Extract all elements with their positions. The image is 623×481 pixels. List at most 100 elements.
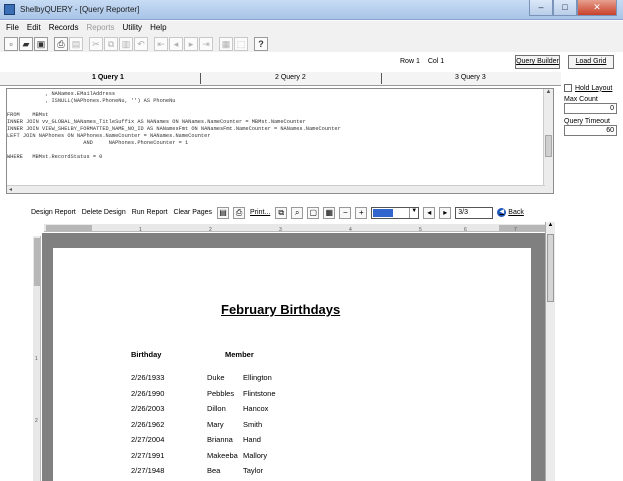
clear-pages-button[interactable]: Clear Pages	[173, 209, 214, 216]
zoom-dropdown[interactable]: ▼	[371, 206, 420, 219]
report-cell-last: Smith	[243, 419, 263, 429]
scroll-up-icon[interactable]: ▲	[544, 89, 553, 98]
chevron-down-icon[interactable]: ▼	[409, 207, 418, 218]
help-icon[interactable]: ?	[254, 36, 268, 51]
sql-line: FROM MBMst	[7, 112, 49, 118]
copy-page-icon[interactable]: ⧉	[275, 206, 288, 219]
report-cell-first: Bea	[207, 466, 221, 475]
report-cell-date: 2/26/1933	[131, 373, 165, 382]
find-icon[interactable]: ⌕	[291, 206, 304, 219]
save-icon[interactable]: ▣	[34, 36, 48, 51]
max-count-label: Max Count	[564, 96, 598, 103]
report-cell-first: Makeeba	[207, 450, 238, 460]
sql-line: INNER JOIN VIEW_SHELBY_FORMATTED_NAME_NO…	[7, 126, 341, 132]
design-report-button[interactable]: Design Report	[30, 209, 77, 216]
menu-file[interactable]: File	[3, 21, 22, 35]
minimize-icon[interactable]: –	[529, 0, 553, 16]
query-timeout-label: Query Timeout	[564, 118, 610, 125]
open-icon[interactable]: ▰	[19, 36, 33, 51]
copy-icon: ⧉	[104, 36, 118, 51]
scroll-thumb[interactable]	[545, 135, 552, 157]
paste-icon: ▥	[119, 36, 133, 51]
load-grid-button[interactable]: Load Grid	[568, 55, 614, 69]
next-page-icon[interactable]: ▸	[439, 206, 452, 219]
report-cell-last: Ellington	[243, 373, 272, 382]
printer-icon[interactable]: ⎙	[233, 206, 246, 219]
report-cell-first: Dillon	[207, 404, 226, 413]
query-timeout-field[interactable]: 60	[564, 125, 617, 136]
maximize-icon[interactable]: □	[553, 0, 577, 16]
single-page-icon[interactable]: ▢	[307, 206, 320, 219]
preview-vertical-scrollbar[interactable]: ▲	[545, 222, 555, 481]
sql-editor[interactable]: , NANames.EMailAddress , ISNULL(NAPhones…	[6, 88, 554, 194]
run-report-button[interactable]: Run Report	[131, 209, 169, 216]
report-page: February Birthdays Birthday Member 2/26/…	[53, 248, 531, 481]
report-cell-date: 2/26/1962	[131, 419, 165, 429]
zoom-in-icon[interactable]: +	[355, 206, 368, 219]
sql-line: , ISNULL(NAPhones.PhoneNu, '') AS PhoneN…	[7, 98, 176, 104]
first-record-icon: ⇤	[154, 36, 168, 51]
report-cell-last: Hancox	[243, 404, 269, 413]
ruler-tick: 1	[35, 356, 38, 362]
page-setup-icon[interactable]: ▤	[217, 206, 230, 219]
zoom-selected-value	[373, 208, 394, 217]
close-icon[interactable]: ✕	[577, 0, 617, 16]
query-builder-button[interactable]: Query Builder	[515, 55, 560, 69]
print-icon[interactable]: ⎙	[54, 36, 68, 51]
query-tabs: 1 Query 1 2 Query 2 3 Query 3	[0, 72, 561, 86]
report-cell-date: 2/27/1991	[131, 450, 165, 460]
tab-query-1[interactable]: 1 Query 1	[92, 74, 124, 81]
menu-records[interactable]: Records	[46, 21, 82, 35]
hold-layout-checkbox[interactable]: Hold Layout	[564, 84, 620, 92]
report-cell-first: Duke	[207, 373, 225, 382]
sql-line: AND NAPhones.PhoneCounter = 1	[7, 140, 189, 146]
menu-edit[interactable]: Edit	[24, 21, 44, 35]
tab-query-2[interactable]: 2 Query 2	[275, 74, 306, 81]
scroll-thumb[interactable]	[547, 234, 554, 302]
menu-help[interactable]: Help	[147, 21, 169, 35]
report-title: February Birthdays	[221, 302, 341, 317]
max-count-field[interactable]: 0	[564, 103, 617, 114]
sql-line: INNER JOIN vv_GLOBAL_NANames_TitleSuffix…	[7, 119, 306, 125]
sql-line: LEFT JOIN NAPhones ON NAPhones.NameCount…	[7, 133, 211, 139]
ruler-tick: 2	[35, 418, 38, 424]
last-record-icon: ⇥	[199, 36, 213, 51]
row-indicator: Row 1	[400, 58, 420, 65]
prev-record-icon: ◂	[169, 36, 183, 51]
new-icon[interactable]: ▫	[4, 36, 18, 51]
prev-page-icon[interactable]: ◂	[423, 206, 436, 219]
sql-horizontal-scrollbar[interactable]: ◂	[7, 185, 545, 193]
checkbox-icon[interactable]	[564, 84, 572, 92]
app-icon	[4, 4, 15, 15]
export-icon: ⬚	[234, 36, 248, 51]
main-toolbar: ▫ ▰ ▣ ⎙ ▤ ✂ ⧉ ▥ ↶ ⇤ ◂ ▸ ⇥ ▦ ⬚ ?	[0, 35, 623, 52]
print-button[interactable]: Print...	[249, 209, 271, 216]
sql-vertical-scrollbar[interactable]: ▲	[543, 89, 553, 193]
delete-design-button[interactable]: Delete Design	[81, 209, 127, 216]
report-cell-last: Flintstone	[243, 388, 276, 398]
back-button[interactable]: ◀ Back	[497, 208, 524, 217]
sql-line: , NANames.EMailAddress	[7, 91, 116, 97]
sql-text[interactable]: , NANames.EMailAddress , ISNULL(NAPhones…	[7, 89, 553, 161]
back-label: Back	[508, 209, 524, 216]
multi-page-icon[interactable]: ▦	[323, 206, 336, 219]
member-column-header: Member	[225, 350, 254, 359]
report-cell-last: Mallory	[243, 450, 268, 460]
zoom-out-icon[interactable]: −	[339, 206, 352, 219]
report-cell-first: Pebbles	[207, 388, 235, 398]
menu-utility[interactable]: Utility	[120, 21, 146, 35]
report-cell-last: Taylor	[243, 466, 264, 475]
page-number-field[interactable]: 3/3	[455, 206, 494, 219]
col-indicator: Col 1	[427, 58, 445, 65]
horizontal-ruler: 1 2 3 4 5 6 7	[44, 224, 548, 233]
cut-icon: ✂	[89, 36, 103, 51]
preview-icon: ▤	[69, 36, 83, 51]
report-cell-date: 2/26/1990	[131, 388, 165, 398]
report-cell-first: Mary	[207, 419, 224, 429]
tab-query-3[interactable]: 3 Query 3	[455, 74, 486, 81]
report-cell-first: Brianna	[207, 435, 233, 444]
report-cell-date: 2/26/2003	[131, 404, 165, 413]
scroll-up-icon[interactable]: ▲	[546, 222, 555, 231]
menu-bar: File Edit Records Reports Utility Help	[0, 21, 623, 35]
next-record-icon: ▸	[184, 36, 198, 51]
